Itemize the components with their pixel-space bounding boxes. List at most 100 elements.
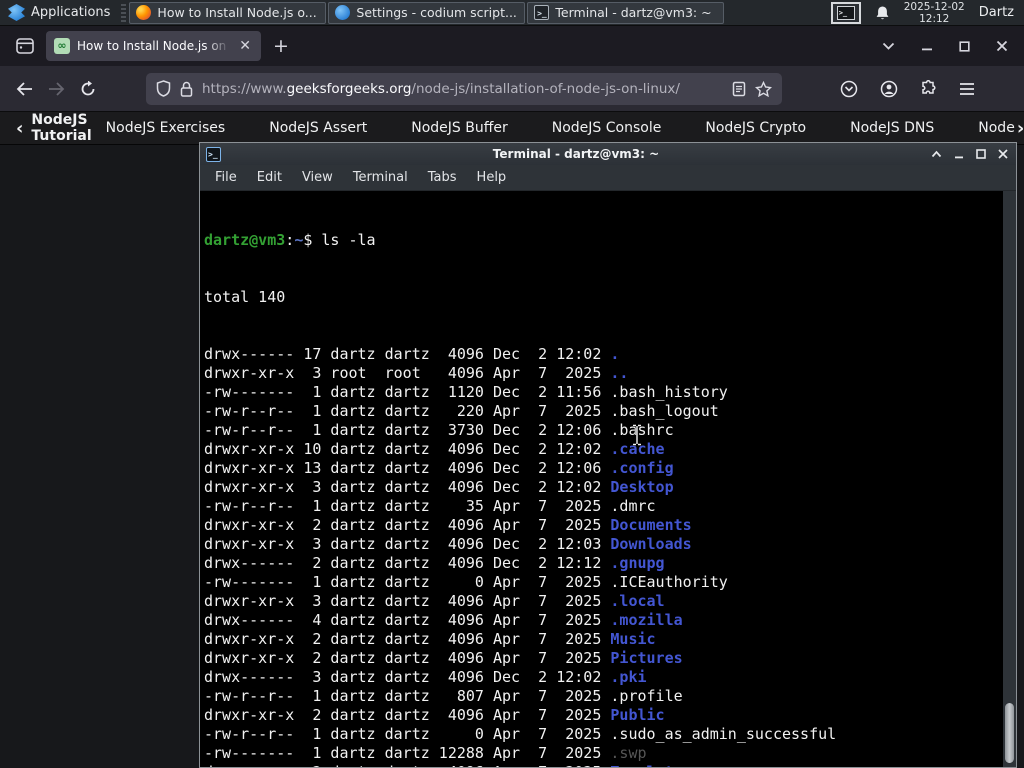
terminal-scrollbar[interactable] — [1003, 191, 1016, 767]
listing-attrs: drwxr-xr-x 3 dartz dartz 4096 Dec 2 12:0… — [204, 535, 611, 553]
terminal-menu-view[interactable]: View — [293, 167, 342, 188]
prompt-user-host: dartz@vm3 — [204, 231, 286, 249]
prompt-cwd: ~ — [294, 231, 304, 249]
listing-filename: Documents — [610, 516, 692, 534]
forward-button[interactable] — [40, 73, 72, 105]
desktop: Applications How to Install Node.js o...… — [0, 0, 1024, 768]
chevron-right-icon[interactable]: › — [1017, 118, 1024, 139]
listing-filename: .mozilla — [610, 611, 683, 629]
terminal-line: -rw-r--r-- 1 dartz dartz 0 Apr 7 2025 .s… — [204, 725, 1003, 744]
listing-filename: .gnupg — [610, 554, 665, 572]
terminal-line: drwxr-xr-x 3 dartz dartz 4096 Dec 2 12:0… — [204, 535, 1003, 554]
taskbar-button-label: How to Install Node.js o... — [157, 5, 317, 20]
panel-user-label: Dartz — [978, 5, 1014, 20]
terminal-window-icon: >_ — [206, 146, 221, 162]
site-nav-link[interactable]: NodeJS Console — [552, 120, 662, 136]
terminal-minimize-button[interactable] — [954, 149, 964, 159]
terminal-tray-icon[interactable]: >_ — [830, 1, 861, 24]
site-nav-link[interactable]: NodeJS Assert — [269, 120, 367, 136]
terminal-maximize-button[interactable] — [976, 149, 986, 159]
account-icon[interactable] — [880, 80, 898, 98]
site-nav-back-label: NodeJS Tutorial — [31, 112, 92, 144]
terminal-icon: >_ — [534, 5, 550, 20]
terminal-shade-button[interactable] — [931, 150, 942, 158]
tab-close-icon[interactable]: ✕ — [237, 38, 253, 54]
taskbar-button-firefox[interactable]: How to Install Node.js o... — [129, 1, 327, 24]
listing-attrs: drwx------ 4 dartz dartz 4096 Apr 7 2025 — [204, 611, 611, 629]
terminal-scrollbar-thumb[interactable] — [1005, 703, 1014, 763]
back-button[interactable] — [8, 73, 40, 105]
listing-filename: .local — [610, 592, 665, 610]
notification-bell-icon[interactable] — [875, 5, 890, 21]
site-nav-back[interactable]: ‹ NodeJS Tutorial — [0, 112, 106, 144]
terminal-line: drwxr-xr-x 2 dartz dartz 4096 Apr 7 2025… — [204, 630, 1003, 649]
terminal-total-line: total 140 — [204, 288, 286, 306]
terminal-line: drwxr-xr-x 3 dartz dartz 4096 Apr 7 2025… — [204, 592, 1003, 611]
terminal-menu-bar: File Edit View Terminal Tabs Help — [200, 165, 1016, 191]
terminal-line: drwx------ 2 dartz dartz 4096 Dec 2 12:1… — [204, 554, 1003, 573]
browser-tab[interactable]: ∞ How to Install Node.js on ✕ — [46, 31, 261, 61]
window-maximize-button[interactable] — [959, 40, 970, 52]
hamburger-menu-icon[interactable] — [959, 82, 975, 96]
terminal-menu-edit[interactable]: Edit — [248, 167, 291, 188]
terminal-line: drwxr-xr-x 2 dartz dartz 4096 Apr 7 2025… — [204, 649, 1003, 668]
site-nav-link[interactable]: Node — [978, 120, 1015, 136]
geeksforgeeks-favicon: ∞ — [54, 38, 70, 54]
listing-attrs: drwx------ 3 dartz dartz 4096 Dec 2 12:0… — [204, 668, 611, 686]
bookmark-star-icon[interactable] — [755, 80, 772, 97]
taskbar-button-vscodium[interactable]: Settings - codium script... — [328, 1, 526, 24]
listing-filename: .. — [610, 364, 629, 382]
reader-mode-icon[interactable] — [732, 81, 746, 97]
applications-menu[interactable]: Applications — [0, 0, 118, 25]
listing-filename: .bash_logout — [610, 402, 719, 420]
terminal-close-button[interactable] — [998, 149, 1008, 159]
terminal-menu-terminal[interactable]: Terminal — [344, 167, 417, 188]
xubuntu-logo-icon — [8, 4, 25, 21]
terminal-menu-tabs[interactable]: Tabs — [419, 167, 466, 188]
terminal-screen: dartz@vm3:~$ ls -la total 140 drwx------… — [200, 191, 1003, 767]
site-nav-link[interactable]: NodeJS Exercises — [106, 120, 226, 136]
terminal-line: drwxr-xr-x 2 dartz dartz 4096 Apr 7 2025… — [204, 516, 1003, 535]
terminal-line: -rw------- 1 dartz dartz 1120 Dec 2 11:5… — [204, 383, 1003, 402]
reload-button[interactable] — [72, 73, 104, 105]
terminal-line: drwxr-xr-x 2 dartz dartz 4096 Apr 7 2025… — [204, 706, 1003, 725]
listing-attrs: -rw-r--r-- 1 dartz dartz 0 Apr 7 2025 — [204, 725, 611, 743]
panel-separator — [121, 3, 127, 22]
terminal-menu-help[interactable]: Help — [468, 167, 516, 188]
new-tab-button[interactable]: + — [261, 35, 301, 57]
panel-clock[interactable]: 2025-12-02 12:12 — [904, 1, 965, 25]
listing-filename: . — [610, 345, 620, 363]
terminal-line: drwx------ 4 dartz dartz 4096 Apr 7 2025… — [204, 611, 1003, 630]
site-nav-bar: ‹ NodeJS Tutorial NodeJS Exercises NodeJS… — [0, 112, 1024, 145]
terminal-line: drwxr-xr-x 10 dartz dartz 4096 Dec 2 12:… — [204, 440, 1003, 459]
window-close-button[interactable] — [996, 40, 1008, 52]
lock-icon[interactable] — [180, 81, 193, 97]
listing-attrs: drwxr-xr-x 2 dartz dartz 4096 Apr 7 2025 — [204, 516, 611, 534]
pocket-icon[interactable] — [840, 80, 858, 98]
url-text: https://www.geeksforgeeks.org/node-js/in… — [202, 80, 680, 97]
url-bar[interactable]: https://www.geeksforgeeks.org/node-js/in… — [146, 72, 782, 105]
system-tray: >_ 2025-12-02 12:12 Dartz — [830, 1, 1024, 25]
firefox-view-icon[interactable] — [10, 32, 40, 60]
listing-filename: .pki — [610, 668, 647, 686]
taskbar-button-label: Terminal - dartz@vm3: ~ — [555, 5, 712, 20]
window-minimize-button[interactable] — [921, 40, 933, 52]
terminal-menu-file[interactable]: File — [206, 167, 246, 188]
site-nav-link[interactable]: NodeJS Crypto — [705, 120, 806, 136]
extensions-puzzle-icon[interactable] — [920, 80, 937, 97]
terminal-title-bar[interactable]: >_ Terminal - dartz@vm3: ~ — [200, 143, 1016, 165]
listing-attrs: drwxr-xr-x 13 dartz dartz 4096 Dec 2 12:… — [204, 459, 611, 477]
list-all-tabs-chevron-icon[interactable] — [882, 42, 895, 50]
taskbar-button-terminal[interactable]: >_ Terminal - dartz@vm3: ~ — [527, 1, 725, 24]
clock-date: 2025-12-02 — [903, 0, 965, 13]
listing-filename: Downloads — [610, 535, 692, 553]
firefox-icon — [136, 5, 152, 20]
vscodium-icon — [335, 5, 351, 20]
terminal-line: -rw-r--r-- 1 dartz dartz 35 Apr 7 2025 .… — [204, 497, 1003, 516]
site-nav-link[interactable]: NodeJS DNS — [850, 120, 934, 136]
listing-filename: .bash_history — [610, 383, 728, 401]
site-nav-link[interactable]: NodeJS Buffer — [411, 120, 508, 136]
tracking-shield-icon[interactable] — [156, 80, 171, 97]
terminal-prompt-line: dartz@vm3:~$ ls -la — [204, 231, 376, 249]
browser-tab-bar: ∞ How to Install Node.js on ✕ + — [0, 26, 1024, 66]
